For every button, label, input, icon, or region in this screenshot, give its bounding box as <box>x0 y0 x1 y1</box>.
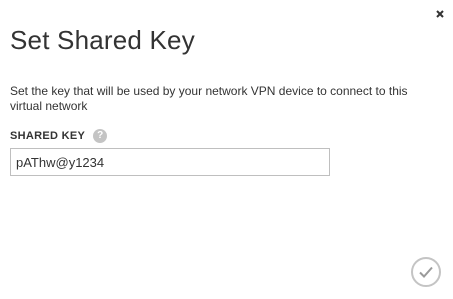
dialog-title: Set Shared Key <box>10 25 195 55</box>
confirm-button[interactable] <box>411 257 441 287</box>
help-icon[interactable]: ? <box>93 129 108 143</box>
shared-key-input[interactable] <box>10 148 330 176</box>
checkmark-icon <box>419 266 433 278</box>
set-shared-key-dialog: Set Shared Key Set the key that will be … <box>0 0 453 299</box>
dialog-description: Set the key that will be used by your ne… <box>10 84 408 113</box>
shared-key-label-row: SHARED KEY ? <box>10 128 108 144</box>
shared-key-label: SHARED KEY <box>10 130 86 142</box>
close-button[interactable] <box>432 6 448 22</box>
close-icon <box>436 10 444 18</box>
